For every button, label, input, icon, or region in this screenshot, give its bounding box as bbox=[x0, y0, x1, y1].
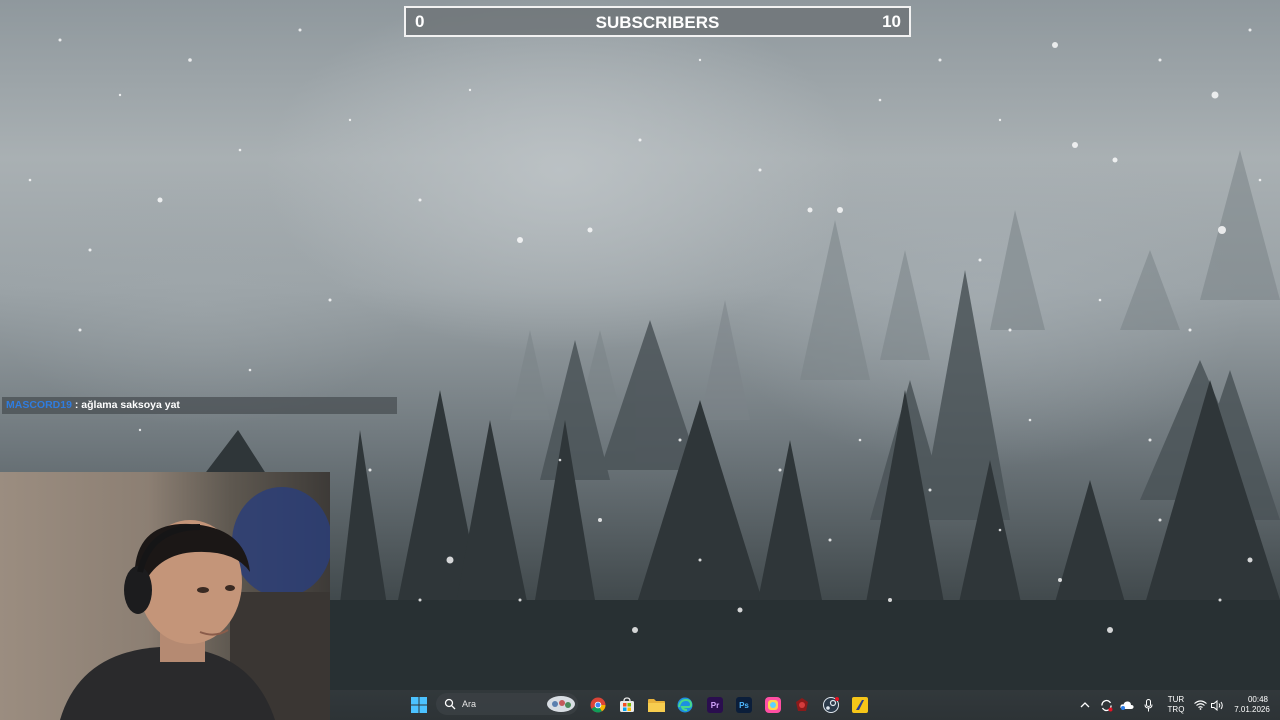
clock[interactable]: 00:48 7.01.2026 bbox=[1228, 695, 1276, 715]
webcam-person-illustration bbox=[60, 487, 330, 720]
microphone-icon bbox=[1144, 698, 1152, 711]
tray-sync-button[interactable] bbox=[1097, 694, 1115, 716]
microsoft-store-icon bbox=[620, 697, 634, 712]
chrome-icon bbox=[590, 697, 606, 713]
store-taskbar-button[interactable] bbox=[616, 694, 638, 716]
subscriber-goal-title: SUBSCRIBERS bbox=[595, 13, 720, 32]
tray-wifi-button[interactable] bbox=[1192, 694, 1208, 716]
webcam-feed bbox=[0, 472, 330, 720]
windows-logo-icon bbox=[411, 697, 427, 713]
sync-icon bbox=[1100, 699, 1112, 711]
tray-volume-button[interactable] bbox=[1209, 694, 1225, 716]
language-line1: TUR bbox=[1167, 695, 1185, 704]
red-app-icon bbox=[796, 698, 808, 711]
chevron-up-icon bbox=[1080, 702, 1090, 708]
tray-overflow-button[interactable] bbox=[1076, 694, 1094, 716]
edge-icon bbox=[677, 697, 693, 713]
chrome-taskbar-button[interactable] bbox=[587, 694, 609, 716]
folder-icon bbox=[647, 698, 665, 712]
wifi-icon bbox=[1193, 700, 1207, 710]
colorful-app-taskbar-button[interactable] bbox=[762, 694, 784, 716]
language-line2: TRQ bbox=[1167, 705, 1185, 714]
subscriber-start-count: 0 bbox=[415, 11, 425, 31]
steam-icon bbox=[823, 697, 839, 713]
red-app-taskbar-button[interactable] bbox=[791, 694, 813, 716]
language-indicator[interactable]: TUR TRQ bbox=[1163, 695, 1189, 715]
photoshop-taskbar-button[interactable]: Ps bbox=[733, 694, 755, 716]
chat-separator: : bbox=[71, 399, 82, 411]
tray-onedrive-button[interactable] bbox=[1118, 694, 1136, 716]
search-highlight-icon bbox=[547, 696, 575, 712]
subscriber-goal-count: 10 bbox=[882, 11, 901, 31]
start-button[interactable] bbox=[408, 694, 430, 716]
search-placeholder: Ara bbox=[462, 699, 477, 709]
file-explorer-taskbar-button[interactable] bbox=[645, 694, 667, 716]
chat-username: MASCORD19 bbox=[6, 399, 72, 411]
yellow-app-icon bbox=[852, 697, 868, 713]
taskbar-search[interactable]: Ara bbox=[436, 693, 578, 715]
steam-taskbar-button[interactable] bbox=[820, 694, 842, 716]
clock-date: 7.01.2026 bbox=[1234, 705, 1270, 714]
photoshop-icon: Ps bbox=[736, 697, 752, 713]
colorful-app-icon bbox=[765, 697, 781, 713]
speaker-icon bbox=[1210, 699, 1223, 711]
edge-taskbar-button[interactable] bbox=[674, 694, 696, 716]
tray-microphone-button[interactable] bbox=[1139, 694, 1157, 716]
chat-text: ağlama saksoya yat bbox=[81, 399, 180, 411]
cloud-icon bbox=[1120, 701, 1134, 710]
yellow-app-taskbar-button[interactable] bbox=[849, 694, 871, 716]
chat-message: MASCORD19 : ağlama saksoya yat bbox=[2, 397, 397, 414]
clock-time: 00:48 bbox=[1247, 695, 1268, 704]
search-icon bbox=[444, 698, 456, 710]
premiere-taskbar-button[interactable]: Pr bbox=[704, 694, 726, 716]
subscriber-goal-bar: 0 SUBSCRIBERS 10 bbox=[404, 6, 911, 37]
premiere-pro-icon: Pr bbox=[707, 697, 723, 713]
